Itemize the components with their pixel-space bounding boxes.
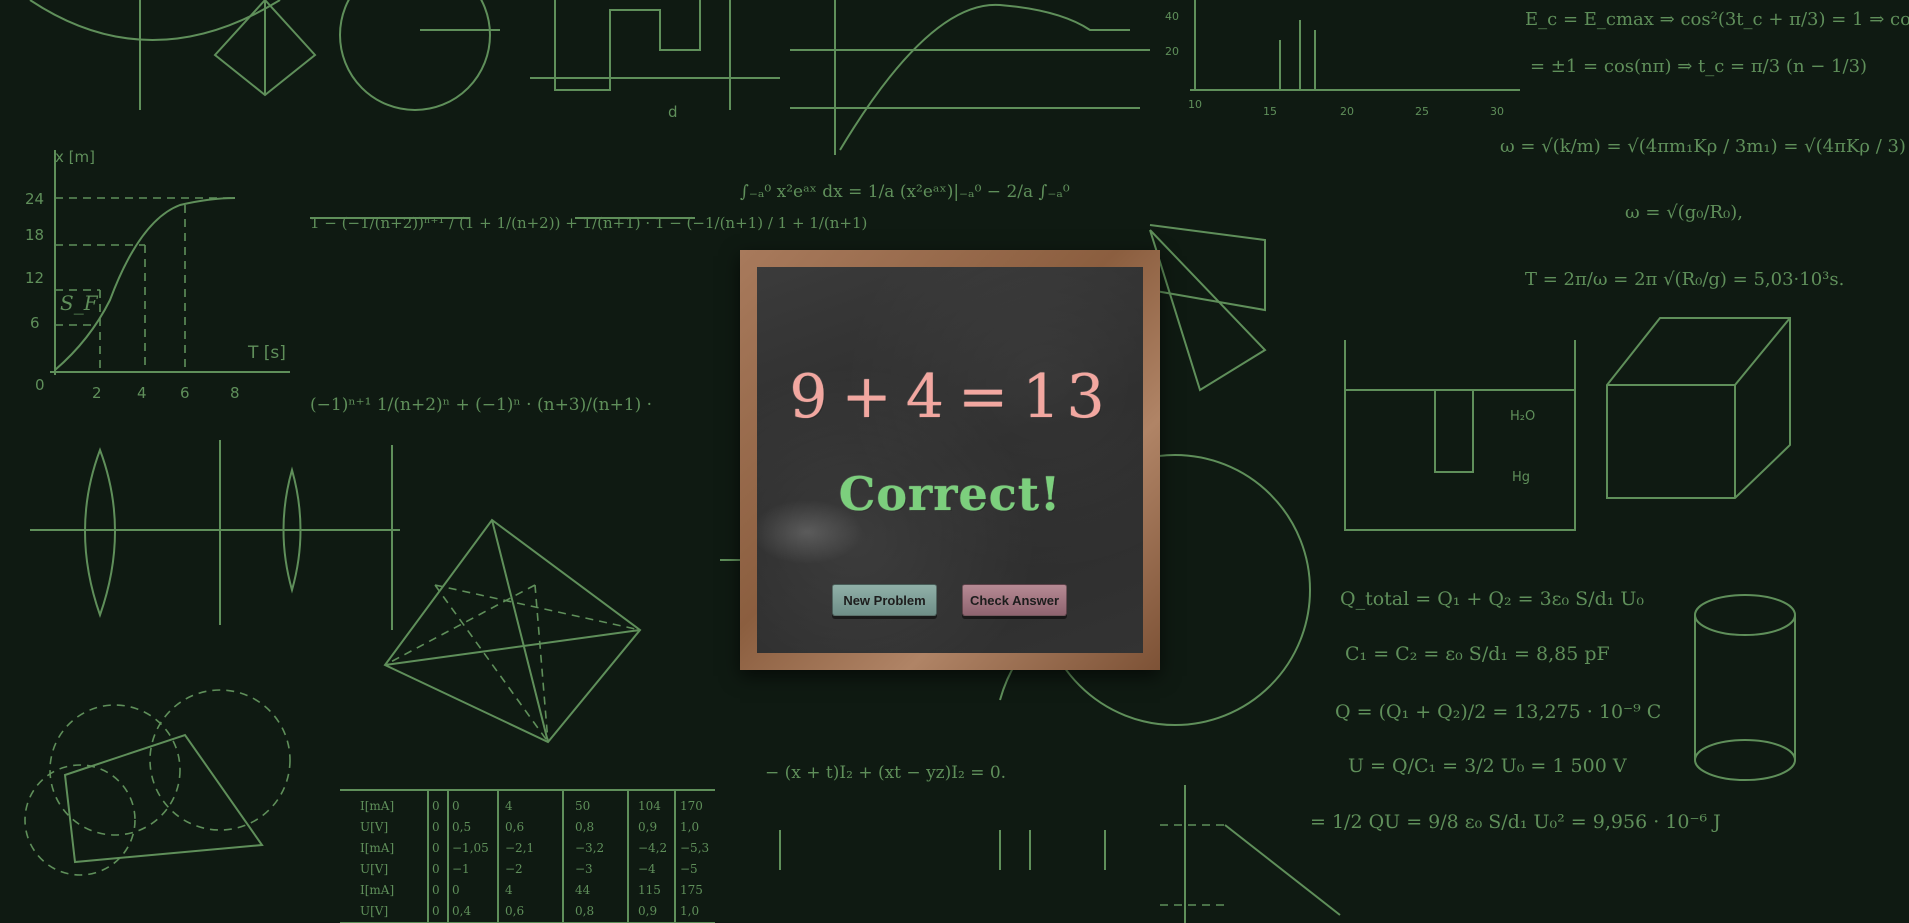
check-answer-button[interactable]: Check Answer bbox=[962, 584, 1067, 616]
axis-t-label: T [s] bbox=[247, 343, 286, 363]
table-cell: 0,9 bbox=[638, 904, 657, 918]
feedback-message: Correct! bbox=[838, 467, 1062, 521]
hg-label: Hg bbox=[1512, 470, 1530, 485]
formula-f9: U = Q/C₁ = 3/2 U₀ = 1 500 V bbox=[1348, 755, 1627, 777]
formula-f10: = 1/2 QU = 9/8 ε₀ S/d₁ U₀² = 9,956 · 10⁻… bbox=[1310, 811, 1721, 833]
table-cell: 4 bbox=[505, 799, 513, 813]
table-cell: 50 bbox=[575, 799, 590, 813]
y-tick: 18 bbox=[25, 226, 44, 244]
table-cell: 0 bbox=[432, 862, 440, 876]
table-cell: −3,2 bbox=[575, 841, 604, 855]
top-y-tick: 40 bbox=[1165, 10, 1179, 23]
table-cell: 0 bbox=[432, 799, 440, 813]
table-cell: −4,2 bbox=[638, 841, 667, 855]
top-x-tick: 10 bbox=[1188, 98, 1202, 111]
table-cell: 0 bbox=[432, 904, 440, 918]
table-cell: −2,1 bbox=[505, 841, 534, 855]
formula-f7: C₁ = C₂ = ε₀ S/d₁ = 8,85 pF bbox=[1345, 643, 1610, 665]
formula-f5: T = 2π/ω = 2π √(R₀/g) = 5,03·10³s. bbox=[1525, 269, 1844, 290]
h2o-label: H₂O bbox=[1510, 409, 1535, 424]
x-tick: 2 bbox=[92, 384, 102, 402]
table-cell: 0,8 bbox=[575, 904, 594, 918]
top-x-tick: 30 bbox=[1490, 105, 1504, 118]
y-tick: 12 bbox=[25, 269, 44, 287]
operator-plus: + bbox=[841, 362, 898, 432]
table-cell: −5 bbox=[680, 862, 698, 876]
formula-f12: 1 − (−1/(n+2))ⁿ⁺¹ / (1 + 1/(n+2)) + 1/(n… bbox=[310, 214, 867, 232]
y-tick: 6 bbox=[30, 314, 40, 332]
table-cell: I[mA] bbox=[360, 883, 394, 897]
table-cell: U[V] bbox=[360, 820, 388, 834]
chalk-slate: 9 +4 = 13 Correct! New Problem Check Answer bbox=[757, 267, 1143, 653]
table-cell: 0,5 bbox=[452, 820, 471, 834]
table-cell: −3 bbox=[575, 862, 593, 876]
x-tick: 6 bbox=[180, 384, 190, 402]
table-cell: 175 bbox=[680, 883, 703, 897]
top-y-tick: 20 bbox=[1165, 45, 1179, 58]
table-cell: 0 bbox=[452, 799, 460, 813]
new-problem-button[interactable]: New Problem bbox=[832, 584, 937, 616]
formula-f2: = ±1 = cos(nπ) ⇒ t_c = π/3 (n − 1/3) bbox=[1530, 56, 1867, 77]
table-cell: I[mA] bbox=[360, 841, 394, 855]
formula-f8: Q = (Q₁ + Q₂)/2 = 13,275 · 10⁻⁹ C bbox=[1335, 701, 1661, 723]
sf-label: S_F bbox=[60, 291, 99, 315]
formula-f13: (−1)ⁿ⁺¹ 1/(n+2)ⁿ + (−1)ⁿ · (n+3)/(n+1) · bbox=[310, 395, 652, 415]
formula-f1: E_c = E_cmax ⇒ cos²(3t_c + π/3) = 1 ⇒ co… bbox=[1525, 9, 1909, 30]
operand-b: 4 bbox=[905, 362, 950, 432]
x-tick: 4 bbox=[137, 384, 147, 402]
axis-x-label: x [m] bbox=[55, 148, 95, 166]
table-cell: −2 bbox=[505, 862, 523, 876]
operand-a: 9 bbox=[789, 362, 834, 432]
answer-value[interactable]: 13 bbox=[1022, 362, 1110, 432]
top-x-tick: 20 bbox=[1340, 105, 1354, 118]
x-tick: 8 bbox=[230, 384, 240, 402]
top-x-tick: 25 bbox=[1415, 105, 1429, 118]
table-cell: −5,3 bbox=[680, 841, 709, 855]
table-cell: 0,6 bbox=[505, 820, 524, 834]
y-tick: 24 bbox=[25, 190, 44, 208]
formula-f11: − (x + t)I₂ + (xt − yz)I₂ = 0. bbox=[765, 763, 1006, 783]
table-cell: 0 bbox=[432, 841, 440, 855]
table-cell: U[V] bbox=[360, 862, 388, 876]
formula-f6: Q_total = Q₁ + Q₂ = 3ε₀ S/d₁ U₀ bbox=[1340, 588, 1644, 610]
table-cell: 115 bbox=[638, 883, 661, 897]
formula-f4: ω = √(g₀/R₀), bbox=[1625, 202, 1743, 223]
table-cell: −4 bbox=[638, 862, 656, 876]
table-cell: 4 bbox=[505, 883, 513, 897]
table-cell: 0,4 bbox=[452, 904, 471, 918]
table-cell: U[V] bbox=[360, 904, 388, 918]
table-cell: −1 bbox=[452, 862, 470, 876]
table-cell: 104 bbox=[638, 799, 661, 813]
table-cell: 0,9 bbox=[638, 820, 657, 834]
table-cell: 0 bbox=[432, 883, 440, 897]
y-tick: 0 bbox=[35, 376, 45, 394]
table-cell: 0,6 bbox=[505, 904, 524, 918]
d-label: d bbox=[668, 103, 678, 121]
table-cell: 0 bbox=[452, 883, 460, 897]
table-cell: 170 bbox=[680, 799, 703, 813]
table-cell: I[mA] bbox=[360, 799, 394, 813]
formula-f3: ω = √(k/m) = √(4πm₁Kρ / 3m₁) = √(4πKρ / … bbox=[1500, 136, 1906, 157]
table-cell: 0 bbox=[432, 820, 440, 834]
game-board: 9 +4 = 13 Correct! New Problem Check Answer bbox=[740, 250, 1160, 670]
formula-f14: ∫₋ₐ⁰ x²eᵃˣ dx = 1/a (x²eᵃˣ)|₋ₐ⁰ − 2/a ∫₋… bbox=[740, 182, 1070, 202]
table-cell: 44 bbox=[575, 883, 591, 897]
table-cell: 1,0 bbox=[680, 904, 699, 918]
equals-sign: = bbox=[958, 362, 1015, 432]
table-cell: 1,0 bbox=[680, 820, 699, 834]
top-x-tick: 15 bbox=[1263, 105, 1277, 118]
table-cell: −1,05 bbox=[452, 841, 489, 855]
background-table: I[mA] 0 0 4 50 104 170U[V] 0 0,5 0,6 0,8 0,9 1,0I[mA… bbox=[340, 789, 715, 923]
equation: 9 +4 = 13 bbox=[757, 362, 1143, 432]
table-cell: 0,8 bbox=[575, 820, 594, 834]
